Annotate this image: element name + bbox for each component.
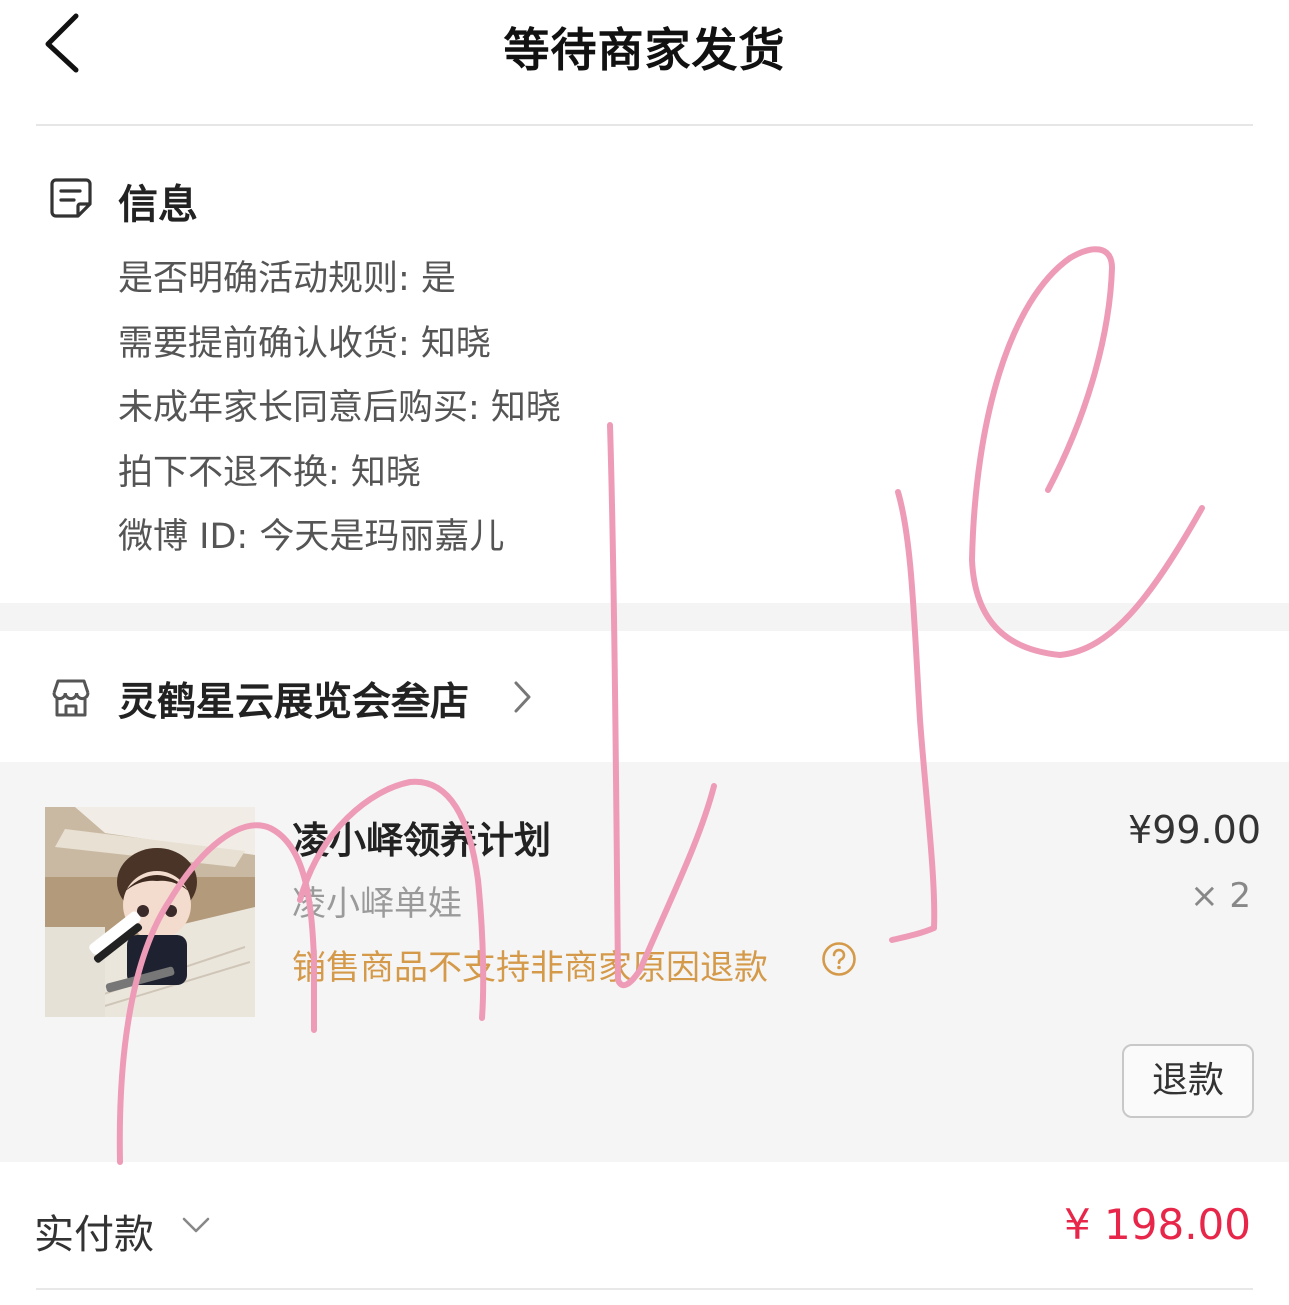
chevron-down-icon[interactable] (180, 1214, 212, 1236)
shop-row[interactable]: 灵鹤星云展览会叁店 (0, 631, 1289, 762)
section-separator (0, 603, 1289, 631)
nav-header: 等待商家发货 (0, 0, 1289, 126)
product-card: 凌小峄领养计划 凌小峄单娃 销售商品不支持非商家原因退款 ¥99.00 × 2 … (0, 762, 1289, 1162)
product-sku: 凌小峄单娃 (292, 884, 462, 924)
product-price: ¥99.00 (1128, 808, 1261, 852)
page-title: 等待商家发货 (503, 23, 786, 77)
refund-button[interactable]: 退款 (1122, 1044, 1254, 1118)
product-image[interactable] (45, 807, 255, 1017)
info-title: 信息 (118, 182, 198, 228)
total-amount: ¥ 198.00 (1063, 1200, 1251, 1249)
note-icon (48, 174, 96, 222)
store-icon (48, 675, 94, 721)
question-circle-icon[interactable] (820, 940, 858, 978)
total-label[interactable]: 实付款 (34, 1202, 154, 1260)
refund-policy-notice: 销售商品不支持非商家原因退款 (292, 948, 768, 988)
shop-name[interactable]: 灵鹤星云展览会叁店 (118, 671, 469, 727)
payment-total-row[interactable]: 实付款 ¥ 198.00 (0, 1162, 1289, 1305)
info-list: 是否明确活动规则: 是 需要提前确认收货: 知晓 未成年家长同意后购买: 知晓 … (118, 254, 561, 577)
product-name[interactable]: 凌小峄领养计划 (292, 810, 551, 864)
bottom-divider (36, 1288, 1253, 1290)
info-line-rules: 是否明确活动规则: 是 (118, 259, 456, 299)
info-line-no-return: 拍下不退不换: 知晓 (118, 452, 421, 493)
product-quantity: × 2 (1190, 876, 1251, 916)
info-line-confirm-receipt: 需要提前确认收货: 知晓 (118, 323, 491, 364)
chevron-right-icon[interactable] (510, 679, 534, 715)
info-line-parental-consent: 未成年家长同意后购买: 知晓 (118, 388, 561, 428)
info-line-weibo-id: 微博 ID: 今天是玛丽嘉儿 (118, 517, 505, 557)
info-section: 信息 是否明确活动规则: 是 需要提前确认收货: 知晓 未成年家长同意后购买: … (0, 126, 1289, 603)
